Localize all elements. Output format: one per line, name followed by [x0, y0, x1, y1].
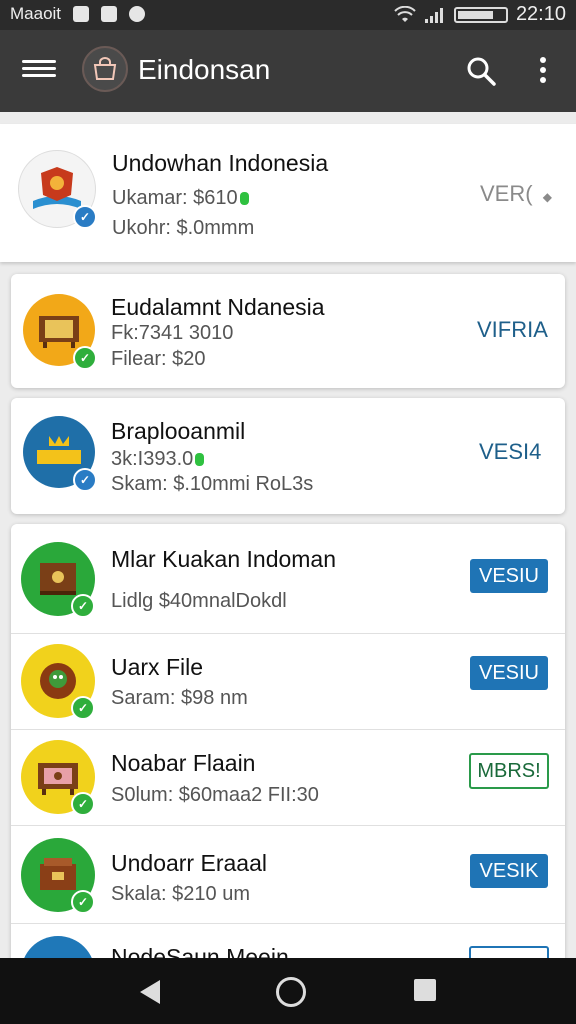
item-price: Ukamar: $610 [112, 187, 249, 210]
list-item[interactable]: ✓ Undoarr Eraaal Skala: $210 um VESIK [11, 826, 565, 924]
list-item[interactable]: ✓ Noabar Flaain S0lum: $60maa2 FII:30 MB… [11, 730, 565, 826]
item-title: Braplooanmil [111, 418, 246, 444]
verified-badge-icon: ✓ [71, 594, 95, 618]
home-icon[interactable] [276, 977, 306, 1007]
item-price: Fk:7341 3010 [111, 322, 234, 344]
item-title: Noabar Flaain [111, 750, 256, 776]
toolbar-title: Eindonsan [138, 54, 271, 85]
item-price: 3k:I393.0 [111, 448, 205, 471]
sync-notification-icon [129, 6, 146, 22]
menu-icon[interactable] [22, 56, 56, 86]
item-card[interactable]: ✓ Braplooanmil 3k:I393.0 Skam: $.10mmi R… [11, 398, 565, 514]
system-navigation-bar [0, 958, 576, 1024]
app-logo-icon [82, 46, 128, 92]
item-detail: Filear: $20 [111, 348, 206, 370]
verified-badge-icon: ✓ [71, 792, 95, 816]
item-action-button[interactable]: MBRS! [469, 753, 549, 789]
more-options-icon[interactable] [536, 54, 550, 88]
featured-action-label: VER( [480, 181, 533, 206]
chevron-down-icon: ◆ [542, 190, 552, 204]
item-detail: S0lum: $60maa2 FII:30 [111, 784, 319, 806]
featured-emblem-icon: ✓ [18, 150, 97, 229]
item-detail: Saram: $98 nm [111, 687, 248, 709]
status-bar: Maaoit 22:10 [0, 0, 576, 30]
app-toolbar: Eindonsan [0, 30, 576, 112]
item-action-button[interactable]: VESIU [470, 559, 548, 593]
image-notification-icon [73, 6, 90, 22]
item-list: ✓ Mlar Kuakan Indoman Lidlg $40mnalDokdl… [11, 524, 565, 984]
status-right: 22:10 [394, 3, 566, 26]
clock: 22:10 [515, 3, 566, 25]
verified-badge-icon: ✓ [71, 696, 95, 720]
status-left: Maaoit [10, 4, 146, 24]
item-action-button[interactable]: VESIU [470, 656, 548, 690]
item-title: Uarx File [111, 654, 204, 680]
featured-item[interactable]: ✓ Undowhan Indonesia Ukamar: $610 Ukohr:… [0, 124, 576, 262]
battery-icon [453, 6, 508, 23]
item-detail: Skala: $210 um [111, 883, 250, 905]
carrier-label: Maaoit [10, 4, 62, 23]
list-item[interactable]: ✓ Uarx File Saram: $98 nm VESIU [11, 634, 565, 730]
back-icon[interactable] [140, 980, 160, 1004]
recent-apps-icon[interactable] [414, 979, 436, 1001]
item-detail: Ukohr: $.0mmm [112, 217, 255, 239]
verified-badge-icon: ✓ [73, 205, 97, 229]
featured-action-button[interactable]: VER( ◆ [480, 181, 552, 207]
item-card[interactable]: ✓ Eudalamnt Ndanesia Fk:7341 3010 Filear… [11, 274, 565, 388]
item-title: Mlar Kuakan Indoman [111, 546, 337, 572]
item-icon: ✓ [21, 838, 95, 914]
verified-badge-icon: ✓ [73, 468, 97, 492]
item-icon: ✓ [21, 644, 95, 720]
item-title: Eudalamnt Ndanesia [111, 294, 325, 320]
verified-badge-icon: ✓ [71, 890, 95, 914]
lock-notification-icon [101, 6, 118, 22]
item-detail: Lidlg $40mnalDokdl [111, 590, 287, 612]
wifi-icon [394, 5, 416, 22]
status-dot-icon [195, 453, 205, 467]
signal-icon [424, 7, 443, 23]
item-price-text: Ukamar: $610 [112, 187, 238, 209]
search-icon[interactable] [464, 54, 498, 88]
list-item[interactable]: ✓ Mlar Kuakan Indoman Lidlg $40mnalDokdl… [11, 524, 565, 634]
item-action-button[interactable]: VESI4 [479, 439, 541, 465]
item-icon: ✓ [21, 542, 95, 618]
item-detail: Skam: $.10mmi RoL3s [111, 473, 314, 495]
item-icon: ✓ [23, 294, 97, 370]
status-dot-icon [239, 192, 249, 206]
item-title: Undoarr Eraaal [111, 850, 267, 876]
item-title: Undowhan Indonesia [112, 150, 329, 176]
item-action-button[interactable]: VIFRIA [477, 317, 548, 343]
verified-badge-icon: ✓ [73, 346, 97, 370]
item-icon: ✓ [23, 416, 97, 492]
item-price-text: 3k:I393.0 [111, 448, 194, 470]
item-action-button[interactable]: VESIK [470, 854, 548, 888]
item-icon: ✓ [21, 740, 95, 816]
